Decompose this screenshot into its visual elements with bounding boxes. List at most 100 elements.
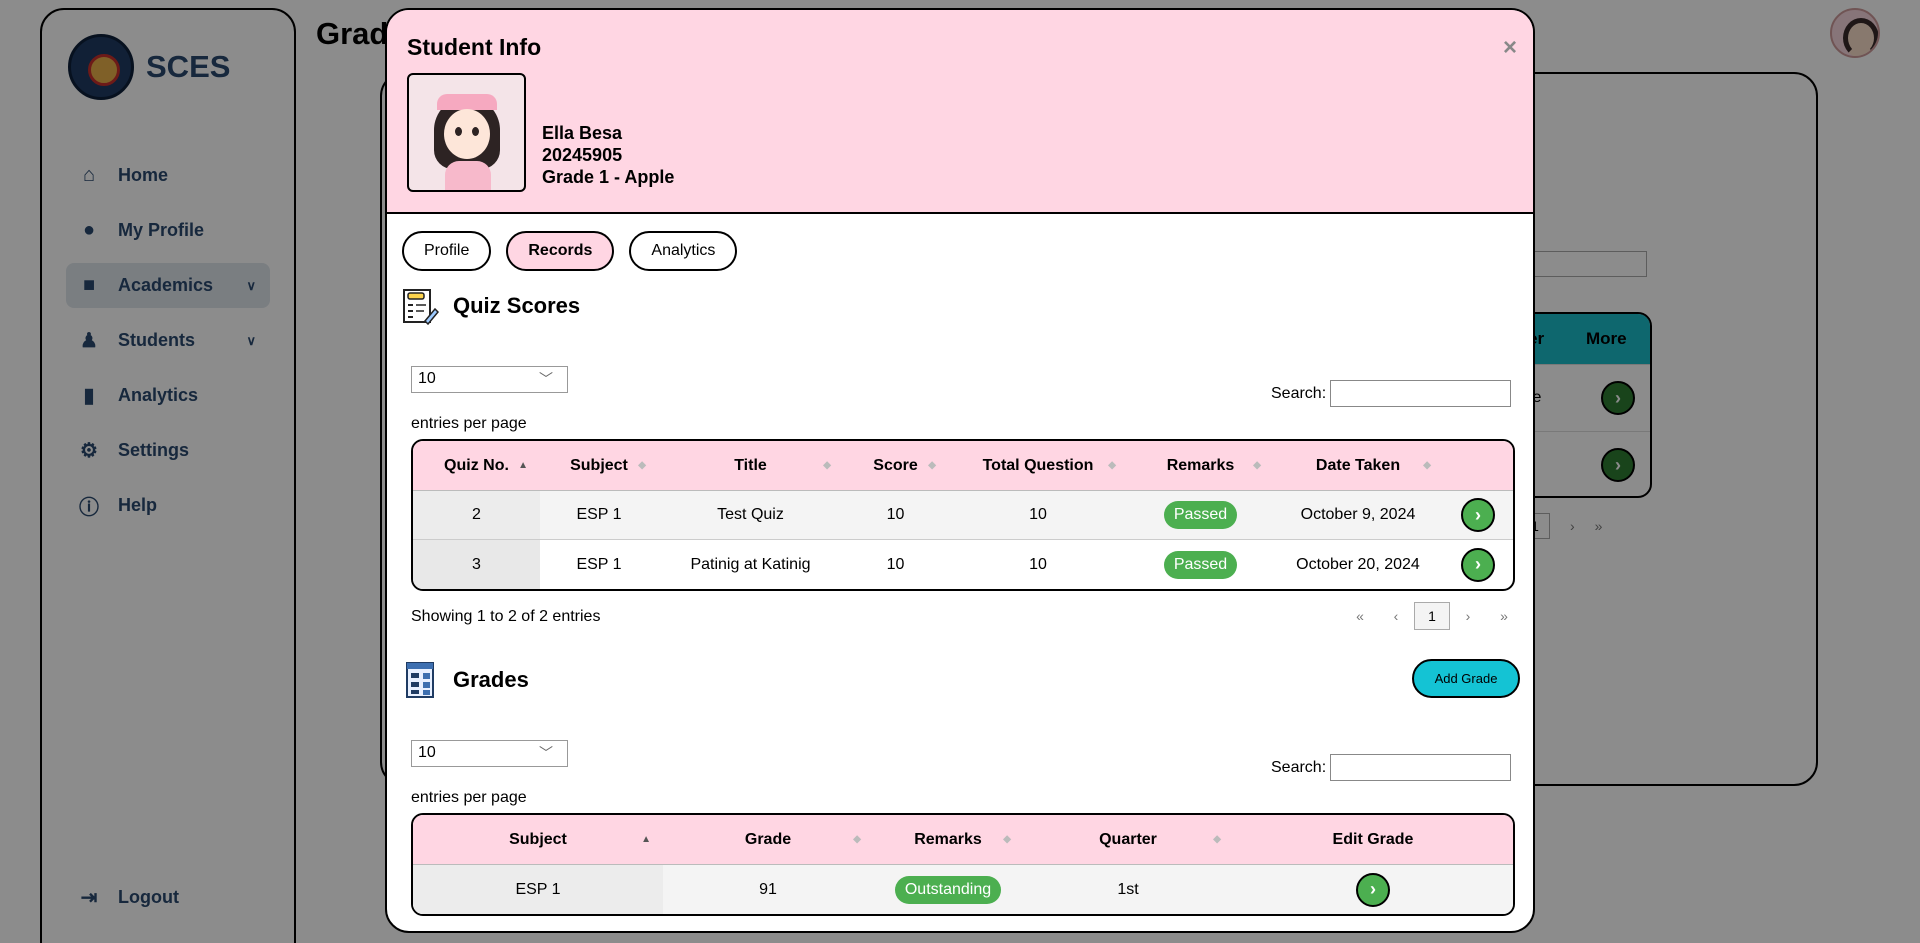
student-section: Grade 1 - Apple: [542, 167, 675, 187]
next-page-icon[interactable]: ›: [1450, 608, 1486, 624]
column-label: Remarks: [1166, 456, 1235, 474]
close-icon[interactable]: ×: [1503, 34, 1517, 62]
column-label: Date Taken: [1315, 456, 1401, 474]
quiz-heading: Quiz Scores: [453, 293, 581, 318]
column-header-edit-grade: Edit Grade: [1332, 830, 1414, 848]
quiz-entries-label: entries per page: [411, 415, 527, 432]
cell-date: October 9, 2024: [1300, 506, 1416, 523]
view-quiz-button[interactable]: ›: [1461, 498, 1495, 532]
quiz-search-label: Search:: [1271, 384, 1327, 402]
cell-subject: ESP 1: [576, 555, 622, 573]
student-name: Ella Besa: [542, 123, 623, 143]
cell-quarter: 1st: [1117, 880, 1139, 898]
tab-analytics[interactable]: Analytics: [629, 231, 738, 271]
table-row: 2 ESP 1 Test Quiz 10 10 Passed October 9…: [413, 491, 1513, 540]
sort-icon: ◆: [1253, 459, 1261, 471]
grades-section-header: Grades: [401, 661, 529, 699]
student-details: Ella Besa 20245905 Grade 1 - Apple: [542, 122, 674, 188]
quiz-table: Quiz No. Subject ◆ Title ◆ Score ◆ Total Qu…: [411, 439, 1515, 591]
quiz-section-header: Quiz Scores: [401, 287, 580, 325]
column-label: Subject: [509, 830, 567, 848]
table-row: ESP 1 91 Outstanding 1st ›: [413, 865, 1513, 914]
student-avatar: [407, 73, 526, 192]
grades-entries-label: entries per page: [411, 789, 527, 806]
grades-heading: Grades: [453, 667, 529, 692]
column-header-quarter[interactable]: Quarter ◆: [1023, 815, 1233, 864]
table-row: 3 ESP 1 Patinig at Katinig 10 10 Passed …: [413, 540, 1513, 589]
cell-quiz-no: 2: [413, 491, 540, 539]
prev-page-icon[interactable]: ‹: [1378, 608, 1414, 624]
cell-date: October 20, 2024: [1296, 555, 1420, 573]
tab-profile[interactable]: Profile: [402, 231, 492, 271]
quiz-length-select[interactable]: 10 ﹀: [411, 366, 568, 393]
cell-remarks: Outstanding: [873, 865, 1023, 914]
chevron-down-icon: ﹀: [539, 745, 553, 761]
column-header-quiz-no[interactable]: Quiz No.: [413, 441, 540, 490]
column-header-grade[interactable]: Grade ◆: [663, 815, 873, 864]
student-info-modal: Student Info × Ella Besa 20245905 Grade …: [385, 8, 1535, 933]
sort-asc-icon: [641, 836, 651, 844]
quiz-search-input[interactable]: [1330, 380, 1512, 407]
sort-icon: ◆: [638, 459, 646, 471]
modal-header: Student Info × Ella Besa 20245905 Grade …: [387, 10, 1533, 214]
cell-edit: ›: [1233, 865, 1513, 914]
column-label: Subject: [570, 456, 628, 474]
grades-table: Subject Grade ◆ Remarks ◆ Quarter ◆ Edit Gr…: [411, 813, 1515, 916]
sort-asc-icon: [518, 462, 528, 470]
column-header-total-question[interactable]: Total Question ◆: [948, 441, 1128, 490]
column-header-title[interactable]: Title ◆: [658, 441, 843, 490]
column-header-remarks[interactable]: Remarks ◆: [873, 815, 1023, 864]
status-badge: Passed: [1163, 550, 1238, 579]
quiz-pagination: « ‹ 1 › »: [1342, 602, 1522, 630]
cell-remarks: Passed: [1128, 491, 1273, 539]
column-header-action: [1443, 441, 1513, 490]
column-label: Remarks: [914, 830, 982, 848]
last-page-icon[interactable]: »: [1486, 608, 1522, 624]
sort-icon: ◆: [823, 459, 831, 471]
student-id: 20245905: [542, 145, 623, 165]
modal-title: Student Info: [407, 34, 542, 60]
quiz-table-header: Quiz No. Subject ◆ Title ◆ Score ◆ Total Qu…: [413, 441, 1513, 491]
grades-length-value: 10: [418, 744, 436, 761]
tab-records[interactable]: Records: [506, 231, 615, 271]
cell-subject: ESP 1: [413, 865, 663, 914]
grades-length-select[interactable]: 10 ﹀: [411, 740, 568, 767]
column-label: Total Question: [982, 456, 1094, 474]
status-badge: Passed: [1163, 501, 1238, 529]
column-label: Score: [873, 456, 918, 474]
add-grade-button[interactable]: Add Grade: [1412, 659, 1520, 698]
quiz-showing-info: Showing 1 to 2 of 2 entries: [411, 608, 601, 625]
cell-total: 10: [1029, 506, 1047, 523]
quiz-search: Search:: [1271, 380, 1512, 407]
grades-search-input[interactable]: [1330, 754, 1512, 781]
quiz-icon: [403, 289, 439, 325]
column-header-date-taken[interactable]: Date Taken ◆: [1273, 441, 1443, 490]
cell-score: 10: [886, 506, 905, 523]
column-header-subject[interactable]: Subject: [413, 815, 663, 864]
first-page-icon[interactable]: «: [1342, 608, 1378, 624]
sort-icon: ◆: [853, 833, 861, 845]
current-page[interactable]: 1: [1414, 602, 1450, 630]
column-label: Quarter: [1099, 830, 1157, 848]
cell-total: 10: [1029, 555, 1047, 573]
cell-title: Patinig at Katinig: [690, 555, 811, 573]
column-header-score[interactable]: Score ◆: [843, 441, 948, 490]
cell-quiz-no: 3: [413, 540, 540, 589]
view-quiz-button[interactable]: ›: [1461, 547, 1495, 582]
chevron-down-icon: ﹀: [539, 371, 553, 387]
column-label: Title: [734, 456, 767, 474]
edit-grade-button[interactable]: ›: [1356, 872, 1390, 907]
sort-icon: ◆: [1003, 833, 1011, 845]
modal-tabs: Profile Records Analytics: [402, 231, 738, 271]
column-header-remarks[interactable]: Remarks ◆: [1128, 441, 1273, 490]
cell-score: 10: [886, 555, 905, 573]
grades-icon: [406, 662, 434, 698]
sort-icon: ◆: [928, 459, 936, 471]
cell-grade: 91: [759, 880, 777, 898]
cell-subject: ESP 1: [576, 506, 622, 523]
column-header-subject[interactable]: Subject ◆: [540, 441, 658, 490]
column-label: Grade: [744, 830, 792, 848]
sort-icon: ◆: [1423, 459, 1431, 471]
grades-table-header: Subject Grade ◆ Remarks ◆ Quarter ◆ Edit Gr…: [413, 815, 1513, 865]
sort-icon: ◆: [1213, 833, 1221, 845]
